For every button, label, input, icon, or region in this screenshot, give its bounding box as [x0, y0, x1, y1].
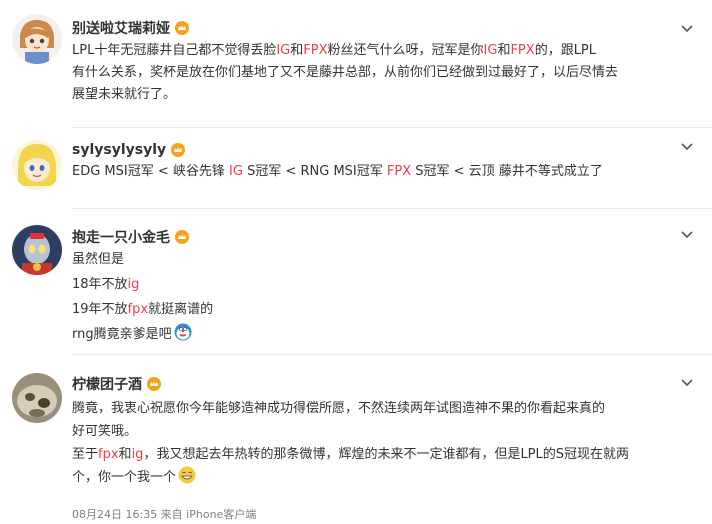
highlighted-keyword: fpx [98, 447, 119, 462]
vip-crown-icon [175, 230, 189, 244]
avatar[interactable] [12, 225, 62, 275]
doraemon-emoji-icon [174, 323, 192, 341]
text-segment: 粉丝还气什么呀，冠军是你 [327, 43, 484, 58]
text-segment: rng腾竟亲爹是吧 [72, 327, 172, 342]
highlighted-keyword: IG [276, 43, 291, 58]
text-line: 19年不放fpx就挺离谱的 [72, 297, 213, 322]
text-segment: 和 [118, 447, 132, 462]
text-segment: EDG MSI冠军 < 峡谷先锋 [72, 164, 230, 179]
highlighted-keyword: ig [131, 447, 144, 462]
vip-crown-icon [175, 21, 189, 35]
text-segment: 和 [497, 43, 511, 58]
username[interactable]: 别送啦艾瑞莉娅 [72, 18, 189, 38]
text-segment: 个，你一个我一个 [72, 470, 177, 485]
highlighted-keyword: IG [483, 43, 498, 58]
text-segment: 虽然但是 [72, 252, 125, 267]
avatar[interactable] [12, 373, 62, 423]
text-line: 虽然但是 [72, 247, 213, 272]
text-line: 腾竟，我衷心祝愿你今年能够造神成功得偿所愿，不然连续两年试图造神不果的你看起来真… [72, 397, 629, 420]
text-segment: S冠军 < RNG MSI冠军 [242, 164, 387, 179]
text-segment: 腾竟，我衷心祝愿你今年能够造神成功得偿所愿，不然连续两年试图造神不果的你看起来真… [72, 401, 606, 416]
text-line: LPL十年无冠藤井自己都不觉得丢脸IG和FPX粉丝还气什么呀，冠军是你IG和FP… [72, 40, 618, 62]
username[interactable]: 抱走一只小金毛 [72, 227, 189, 247]
comment-1: 别送啦艾瑞莉娅 LPL十年无冠藤井自己都不觉得丢脸IG和FPX粉丝还气什么呀，冠… [0, 0, 712, 140]
comment-text: 虽然但是 18年不放ig 19年不放fpx就挺离谱的 rng腾竟亲爹是吧 [72, 247, 213, 347]
highlighted-keyword: FPX [510, 43, 535, 58]
divider [72, 354, 712, 355]
chevron-down-icon[interactable] [680, 22, 694, 36]
highlighted-keyword: IG [229, 164, 243, 179]
post-meta: 08月24日 16:35 来自 iPhone客户端 [72, 508, 257, 521]
text-line: 至于fpx和ig，我又想起去年热转的那条微博，辉煌的未来不一定谁都有，但是LPL… [72, 443, 629, 466]
text-segment: 至于 [72, 447, 99, 462]
text-segment: S冠军 < 云顶 藤井不等式成立了 [411, 164, 603, 179]
avatar[interactable] [12, 14, 62, 64]
avatar[interactable] [12, 140, 62, 190]
text-line: 个，你一个我一个 [72, 466, 629, 489]
comment-3: 抱走一只小金毛 虽然但是 18年不放ig 19年不放fpx就挺离谱的 rng腾竟亲爹是… [0, 209, 712, 359]
text-line: EDG MSI冠军 < 峡谷先锋 IG S冠军 < RNG MSI冠军 FPX … [72, 161, 603, 183]
vip-crown-icon [147, 377, 161, 391]
text-segment: 有什么关系，奖杯是放在你们基地了又不是藤井总部，从前你们已经做到过最好了，以后尽… [72, 65, 619, 80]
highlighted-keyword: fpx [127, 302, 149, 317]
text-segment: 展望未来就行了。 [72, 87, 177, 102]
highlighted-keyword: FPX [386, 164, 412, 179]
text-line: 展望未来就行了。 [72, 84, 618, 106]
text-line: 18年不放ig [72, 272, 213, 297]
chevron-down-icon[interactable] [680, 376, 694, 390]
username[interactable]: sylysylysyly [72, 142, 186, 158]
chevron-down-icon[interactable] [680, 140, 694, 154]
comment-2: sylysylysyly EDG MSI冠军 < 峡谷先锋 IG S冠军 < R… [0, 128, 712, 209]
highlighted-keyword: ig [127, 277, 140, 292]
text-segment: 好可笑哦。 [72, 424, 138, 439]
comment-text: 腾竟，我衷心祝愿你今年能够造神成功得偿所愿，不然连续两年试图造神不果的你看起来真… [72, 397, 629, 489]
text-segment: ，我又想起去年热转的那条微博，辉煌的未来不一定谁都有，但是LPL的S冠现在就两 [143, 447, 630, 462]
text-line: rng腾竟亲爹是吧 [72, 322, 213, 347]
grin-emoji-icon [178, 466, 196, 484]
text-segment: 就挺离谱的 [148, 302, 214, 317]
text-segment: LPL十年无冠藤井自己都不觉得丢脸 [72, 43, 277, 58]
username[interactable]: 柠檬团子酒 [72, 374, 161, 394]
text-segment: 19年不放 [72, 302, 128, 317]
text-line: 好可笑哦。 [72, 420, 629, 443]
text-line: 有什么关系，奖杯是放在你们基地了又不是藤井总部，从前你们已经做到过最好了，以后尽… [72, 62, 618, 84]
highlighted-keyword: FPX [303, 43, 328, 58]
comment-text: LPL十年无冠藤井自己都不觉得丢脸IG和FPX粉丝还气什么呀，冠军是你IG和FP… [72, 40, 618, 106]
chevron-down-icon[interactable] [680, 228, 694, 242]
text-segment: 和 [290, 43, 304, 58]
text-segment: 的，跟LPL [534, 43, 597, 58]
comment-4: 柠檬团子酒 腾竟，我衷心祝愿你今年能够造神成功得偿所愿，不然连续两年试图造神不果… [0, 357, 712, 524]
comment-text: EDG MSI冠军 < 峡谷先锋 IG S冠军 < RNG MSI冠军 FPX … [72, 161, 603, 183]
text-segment: 18年不放 [72, 277, 128, 292]
vip-crown-icon [171, 143, 186, 157]
